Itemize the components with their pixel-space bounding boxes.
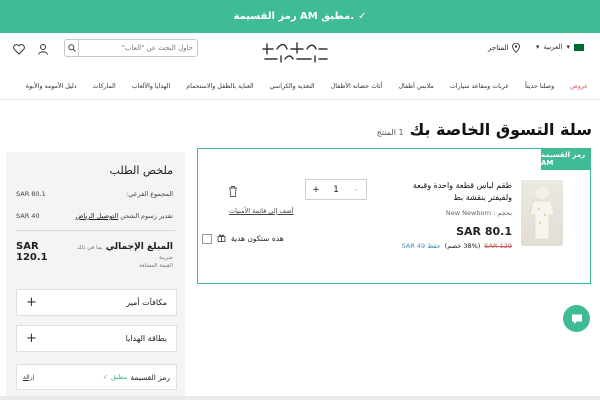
gift-checkbox[interactable] — [202, 233, 212, 244]
rewards-accordion[interactable]: + مكافآت أمير — [16, 289, 177, 316]
coupon-status: مطبق — [111, 373, 128, 381]
product-size: بحجم : New Newborn — [446, 209, 512, 217]
giftcard-label: بطاقة الهدايا — [125, 334, 167, 343]
add-to-wishlist-link[interactable]: أضف إلى قائمة الأمنيات — [229, 207, 294, 215]
save-amount: حفظ SAR 49 — [401, 242, 441, 250]
nav-item-new[interactable]: وصلنا حديثاً — [517, 83, 562, 90]
nav-item-guide[interactable]: دليل الأمومة والأبوة — [18, 83, 85, 90]
gift-label: هذه ستكون هدية — [231, 234, 284, 243]
nav-item-feeding[interactable]: التغذية والكراسي — [262, 83, 323, 90]
gift-icon — [217, 233, 226, 244]
shipping-row: SAR 40 تقدير رسوم الشحن التوصيل الرياض — [16, 212, 173, 220]
item-count: 1 المنتج — [376, 128, 404, 137]
product-price: SAR 80.1 — [456, 225, 512, 238]
brand-logo[interactable] — [257, 39, 335, 65]
shipping-label-text: تقدير رسوم الشحن — [120, 212, 173, 220]
heart-icon[interactable] — [12, 42, 26, 56]
banner-text: رمز القسيمة AM مطبق. — [233, 11, 355, 22]
nav-divider — [0, 99, 600, 100]
trash-icon[interactable] — [228, 185, 240, 197]
discount-percent: (38% خصم) — [444, 242, 481, 250]
language-label: العربية — [543, 43, 563, 51]
rewards-label: مكافآت أمير — [126, 298, 167, 307]
country-language-selector[interactable]: ▾ العربية ▾ — [536, 43, 584, 51]
quantity-stepper[interactable]: + 1 - — [305, 179, 367, 200]
nav-item-nursery[interactable]: أثاث حضانة الأطفال — [323, 83, 391, 90]
nav-item-brands[interactable]: الماركات — [85, 83, 124, 90]
vat-note: القيمة المضافة — [139, 263, 173, 269]
plus-icon: + — [26, 331, 37, 346]
remove-coupon-button[interactable]: إزالة — [23, 374, 34, 381]
shipping-city-link[interactable]: التوصيل الرياض — [76, 212, 119, 220]
size-value: New Newborn — [445, 209, 492, 217]
product-image[interactable] — [521, 180, 563, 246]
product-title[interactable]: طقم لباس قطعة واحدة وقبعة ولفيفتر بنقشة … — [394, 180, 512, 204]
page-title-text: سلة التسوق الخاصة بك — [409, 120, 592, 139]
chevron-down-icon: ▾ — [535, 43, 540, 51]
plus-icon: + — [26, 295, 37, 310]
total-row: SAR 120.1 المبلغ الإجمالي بما في ذلك ضري… — [16, 241, 173, 263]
coupon-label-text: رمز القسيمة — [130, 372, 170, 382]
subtotal-row: SAR 80.1 المجموع الفرعي: — [16, 190, 173, 198]
product-discount: SAR 129 (38% خصم) حفظ SAR 49 — [402, 242, 512, 250]
total-label: المبلغ الإجمالي بما في ذلك ضريبة — [69, 242, 173, 262]
order-summary: ملخص الطلب SAR 80.1 المجموع الفرعي: SAR … — [6, 152, 185, 400]
giftcard-accordion[interactable]: + بطاقة الهدايا — [16, 325, 177, 352]
user-icon[interactable] — [36, 42, 50, 56]
coupon-ribbon: رمز القسيمة AM — [541, 148, 591, 170]
coupon-applied-banner: رمز القسيمة AM مطبق. ✓ — [0, 0, 600, 33]
old-price: SAR 129 — [484, 242, 512, 250]
summary-divider — [16, 230, 175, 231]
nav-item-strollers[interactable]: عربات ومقاعد سيارات — [442, 83, 517, 90]
nav-item-bathing[interactable]: العناية بالطفل والاستحمام — [178, 83, 261, 90]
flag-icon — [574, 43, 584, 51]
main-nav: عروض وصلنا حديثاً عربات ومقاعد سيارات مل… — [0, 76, 600, 96]
summary-title: ملخص الطلب — [109, 164, 173, 177]
increase-button[interactable]: + — [306, 185, 326, 195]
nav-item-clothing[interactable]: ملابس أطفال — [390, 83, 441, 90]
nav-item-deals[interactable]: عروض — [562, 83, 596, 90]
coupon-label: رمز القسيمة مطبق ✓ — [103, 373, 170, 382]
page-bottom-strip — [0, 396, 600, 400]
store-label: المتاجر — [488, 44, 509, 52]
nav-item-toys[interactable]: الهدايا والألعاب — [124, 83, 178, 90]
shipping-label: تقدير رسوم الشحن التوصيل الرياض — [76, 212, 173, 220]
location-pin-icon — [511, 43, 520, 53]
subtotal-label: المجموع الفرعي: — [126, 190, 173, 198]
stores-link[interactable]: المتاجر — [488, 43, 520, 53]
page-title: سلة التسوق الخاصة بك 1 المنتج — [377, 120, 592, 139]
shipping-value: SAR 40 — [16, 212, 40, 220]
search-icon[interactable] — [65, 40, 79, 56]
check-icon: ✓ — [358, 11, 367, 22]
total-label-text: المبلغ الإجمالي — [105, 242, 173, 252]
cart-item: رمز القسيمة AM طقم لباس قطعة واحدة وقبعة… — [197, 148, 591, 284]
search-bar[interactable] — [64, 39, 198, 57]
chat-button[interactable] — [563, 305, 590, 332]
coupon-row: إزالة رمز القسيمة مطبق ✓ — [16, 364, 177, 390]
decrease-button[interactable]: - — [346, 185, 366, 195]
quantity-value[interactable]: 1 — [326, 185, 346, 195]
search-input[interactable] — [79, 40, 197, 56]
gift-option[interactable]: هذه ستكون هدية — [202, 233, 284, 244]
chevron-down-icon: ▾ — [566, 43, 570, 51]
check-icon: ✓ — [102, 373, 109, 381]
site-header: المتاجر ▾ العربية ▾ — [0, 33, 600, 69]
subtotal-value: SAR 80.1 — [16, 190, 46, 198]
chat-icon — [571, 314, 582, 324]
size-label: بحجم : — [493, 209, 512, 217]
total-value: SAR 120.1 — [16, 241, 48, 263]
